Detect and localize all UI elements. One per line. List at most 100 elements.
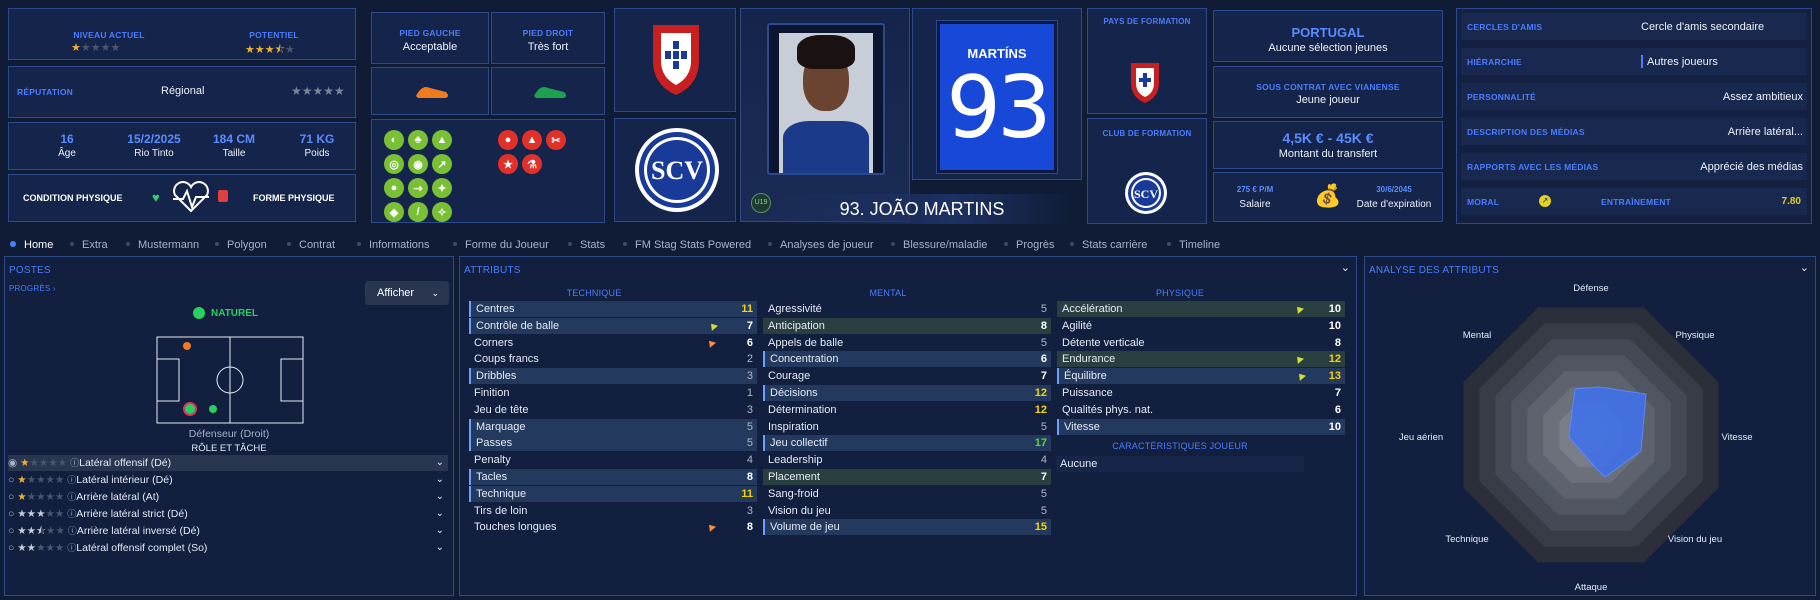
role-row[interactable]: ○ ★★⯪★★ ⓘArrière latéral inversé (Dé) ⌄: [8, 523, 448, 539]
attribute-value: 5: [1040, 420, 1047, 433]
role-stars: ★★: [17, 542, 37, 554]
nation-caps: Aucune sélection jeunes: [1268, 42, 1388, 54]
attribute-row[interactable]: Leadership 4: [763, 452, 1051, 468]
attribute-row[interactable]: Courage 7: [763, 368, 1051, 384]
tab-polygon[interactable]: Polygon: [215, 239, 267, 251]
attribute-value: 5: [746, 420, 753, 433]
shirt-number: 93: [946, 58, 1051, 158]
attribute-row[interactable]: Tirs de loin 3: [469, 503, 757, 519]
attribute-row[interactable]: Vitesse 10: [1057, 418, 1345, 435]
attribute-row[interactable]: Qualités phys. nat. 6: [1057, 402, 1345, 418]
tab-mustermann[interactable]: Mustermann: [126, 239, 199, 251]
condition-label: CONDITION PHYSIQUE: [23, 193, 123, 203]
wage-panel: 275 € P/M Salaire 💰 30/6/2045 Date d'exp…: [1213, 172, 1443, 222]
attribute-row[interactable]: Marquage 5: [469, 418, 757, 435]
role-row[interactable]: ○ ★★★★★ ⓘLatéral offensif complet (So) ⌄: [8, 540, 448, 556]
attribute-row[interactable]: Jeu collectif 17: [763, 435, 1051, 452]
attribute-row[interactable]: Tacles 8: [469, 469, 757, 485]
tab-forme[interactable]: Forme du Joueur: [453, 239, 549, 251]
attribute-row[interactable]: Agilité 10: [1057, 318, 1345, 334]
trait-icon: ↗: [432, 154, 452, 174]
money-bag-icon: 💰: [1314, 183, 1342, 208]
role-name: Latéral offensif (Dé): [79, 457, 172, 469]
attribute-row[interactable]: Centres 11: [469, 301, 757, 317]
tab-home[interactable]: Home: [10, 239, 53, 251]
attribute-value: 12: [1034, 403, 1047, 416]
tab-timeline[interactable]: Timeline: [1167, 239, 1220, 251]
attribute-row[interactable]: Équilibre 13: [1057, 368, 1345, 385]
progress-link-text: PROGRÈS: [9, 284, 51, 293]
attribute-row[interactable]: Penalty 4: [469, 452, 757, 468]
attribute-row[interactable]: Puissance 7: [1057, 385, 1345, 401]
player-name-text: 93. JOÃO MARTINS: [839, 199, 1005, 219]
attribute-row[interactable]: Contrôle de balle 7: [469, 317, 757, 334]
attribute-row[interactable]: Anticipation 8: [763, 317, 1051, 334]
attribute-row[interactable]: Passes 5: [469, 435, 757, 452]
reputation-panel: RÉPUTATION Régional ★★★★★: [8, 66, 356, 118]
attribute-value: 4: [1040, 454, 1047, 467]
attribute-row[interactable]: Jeu de tête 3: [469, 402, 757, 418]
attribute-row[interactable]: Vision du jeu 5: [763, 503, 1051, 519]
role-row[interactable]: ◉ ★★★★★ ⓘLatéral offensif (Dé) ⌄: [8, 455, 448, 471]
pitch-diagram: [156, 336, 304, 424]
trait-icon: ▲: [432, 130, 452, 150]
show-dropdown[interactable]: Afficher ⌄: [365, 281, 449, 305]
attribute-name: Courage: [768, 370, 811, 383]
tab-stats-carriere[interactable]: Stats carrière: [1070, 239, 1147, 251]
tab-fm-stag[interactable]: FM Stag Stats Powered: [623, 239, 751, 251]
progress-link[interactable]: PROGRÈS ›: [9, 284, 56, 293]
tab-analyses[interactable]: Analyses de joueur: [768, 239, 874, 251]
radio-icon: ○: [8, 474, 15, 486]
attribute-name: Marquage: [476, 420, 526, 433]
attribute-row[interactable]: Accélération 10: [1057, 301, 1345, 317]
attribute-row[interactable]: Appels de balle 5: [763, 335, 1051, 351]
club-small-crest-icon: SCV: [1125, 172, 1167, 214]
attribute-name: Penalty: [474, 454, 511, 467]
attribute-row[interactable]: Endurance 12: [1057, 351, 1345, 368]
tab-label: Progrès: [1016, 239, 1055, 251]
role-row[interactable]: ○ ★★★★★ ⓘArrière latéral strict (Dé) ⌄: [8, 506, 448, 522]
attribute-row[interactable]: Technique 11: [469, 485, 757, 502]
role-name: Arrière latéral (At): [76, 491, 160, 503]
attribute-row[interactable]: Volume de jeu 15: [763, 519, 1051, 536]
tab-blessure[interactable]: Blessure/maladie: [891, 239, 987, 251]
weight-label: Poids: [304, 148, 330, 159]
attribute-row[interactable]: Concentration 6: [763, 351, 1051, 368]
tab-dot: [891, 242, 895, 247]
attribute-row[interactable]: Détermination 12: [763, 402, 1051, 418]
tab-extra[interactable]: Extra: [70, 239, 108, 251]
attribute-row[interactable]: Placement 7: [763, 469, 1051, 485]
tab-stats[interactable]: Stats: [568, 239, 605, 251]
attribute-row[interactable]: Décisions 12: [763, 385, 1051, 401]
potential-label: POTENTIEL: [249, 30, 299, 40]
attribute-row[interactable]: Corners 6: [469, 335, 757, 351]
tab-informations[interactable]: Informations: [357, 239, 430, 251]
attribute-row[interactable]: Détente verticale 8: [1057, 335, 1345, 351]
radar-axis-label: Vision du jeu: [1668, 534, 1722, 545]
tab-progres[interactable]: Progrès: [1004, 239, 1055, 251]
club-crest-panel: SCV: [614, 118, 736, 222]
attribute-row[interactable]: Inspiration 5: [763, 419, 1051, 435]
role-row[interactable]: ○ ★★★★★ ⓘArrière latéral (At) ⌄: [8, 489, 448, 505]
attribute-row[interactable]: Agressivité 5: [763, 301, 1051, 317]
chevron-down-icon[interactable]: ⌄: [1341, 261, 1350, 274]
nation-panel: PORTUGAL Aucune sélection jeunes: [1213, 10, 1443, 62]
role-row[interactable]: ○ ★★★★★ ⓘLatéral intérieur (Dé) ⌄: [8, 472, 448, 488]
attribute-row[interactable]: Sang-froid 5: [763, 486, 1051, 502]
tab-label: Stats carrière: [1082, 239, 1148, 251]
attribute-row[interactable]: Touches longues 8: [469, 519, 757, 535]
bio-panel: 16 Âge 15/2/2025 Rio Tinto 184 CM Taille…: [8, 122, 356, 170]
attribute-row[interactable]: Coups francs 2: [469, 351, 757, 367]
attribute-name: Détermination: [768, 403, 837, 416]
info-panel: CERCLES D'AMIS Cercle d'amis secondaire …: [1456, 8, 1812, 224]
left-foot-value: Acceptable: [402, 41, 458, 53]
attribute-row[interactable]: Finition 1: [469, 385, 757, 401]
attribute-name: Concentration: [770, 353, 839, 366]
info-icon: ⓘ: [67, 526, 77, 536]
trend-arrow-icon: [706, 337, 716, 348]
trait-icon: ✦: [432, 178, 452, 198]
reputation-stars: ★★★★★: [291, 84, 345, 98]
tab-contrat[interactable]: Contrat: [287, 239, 335, 251]
left-boot-icon: [416, 87, 448, 98]
attribute-row[interactable]: Dribbles 3: [469, 368, 757, 385]
